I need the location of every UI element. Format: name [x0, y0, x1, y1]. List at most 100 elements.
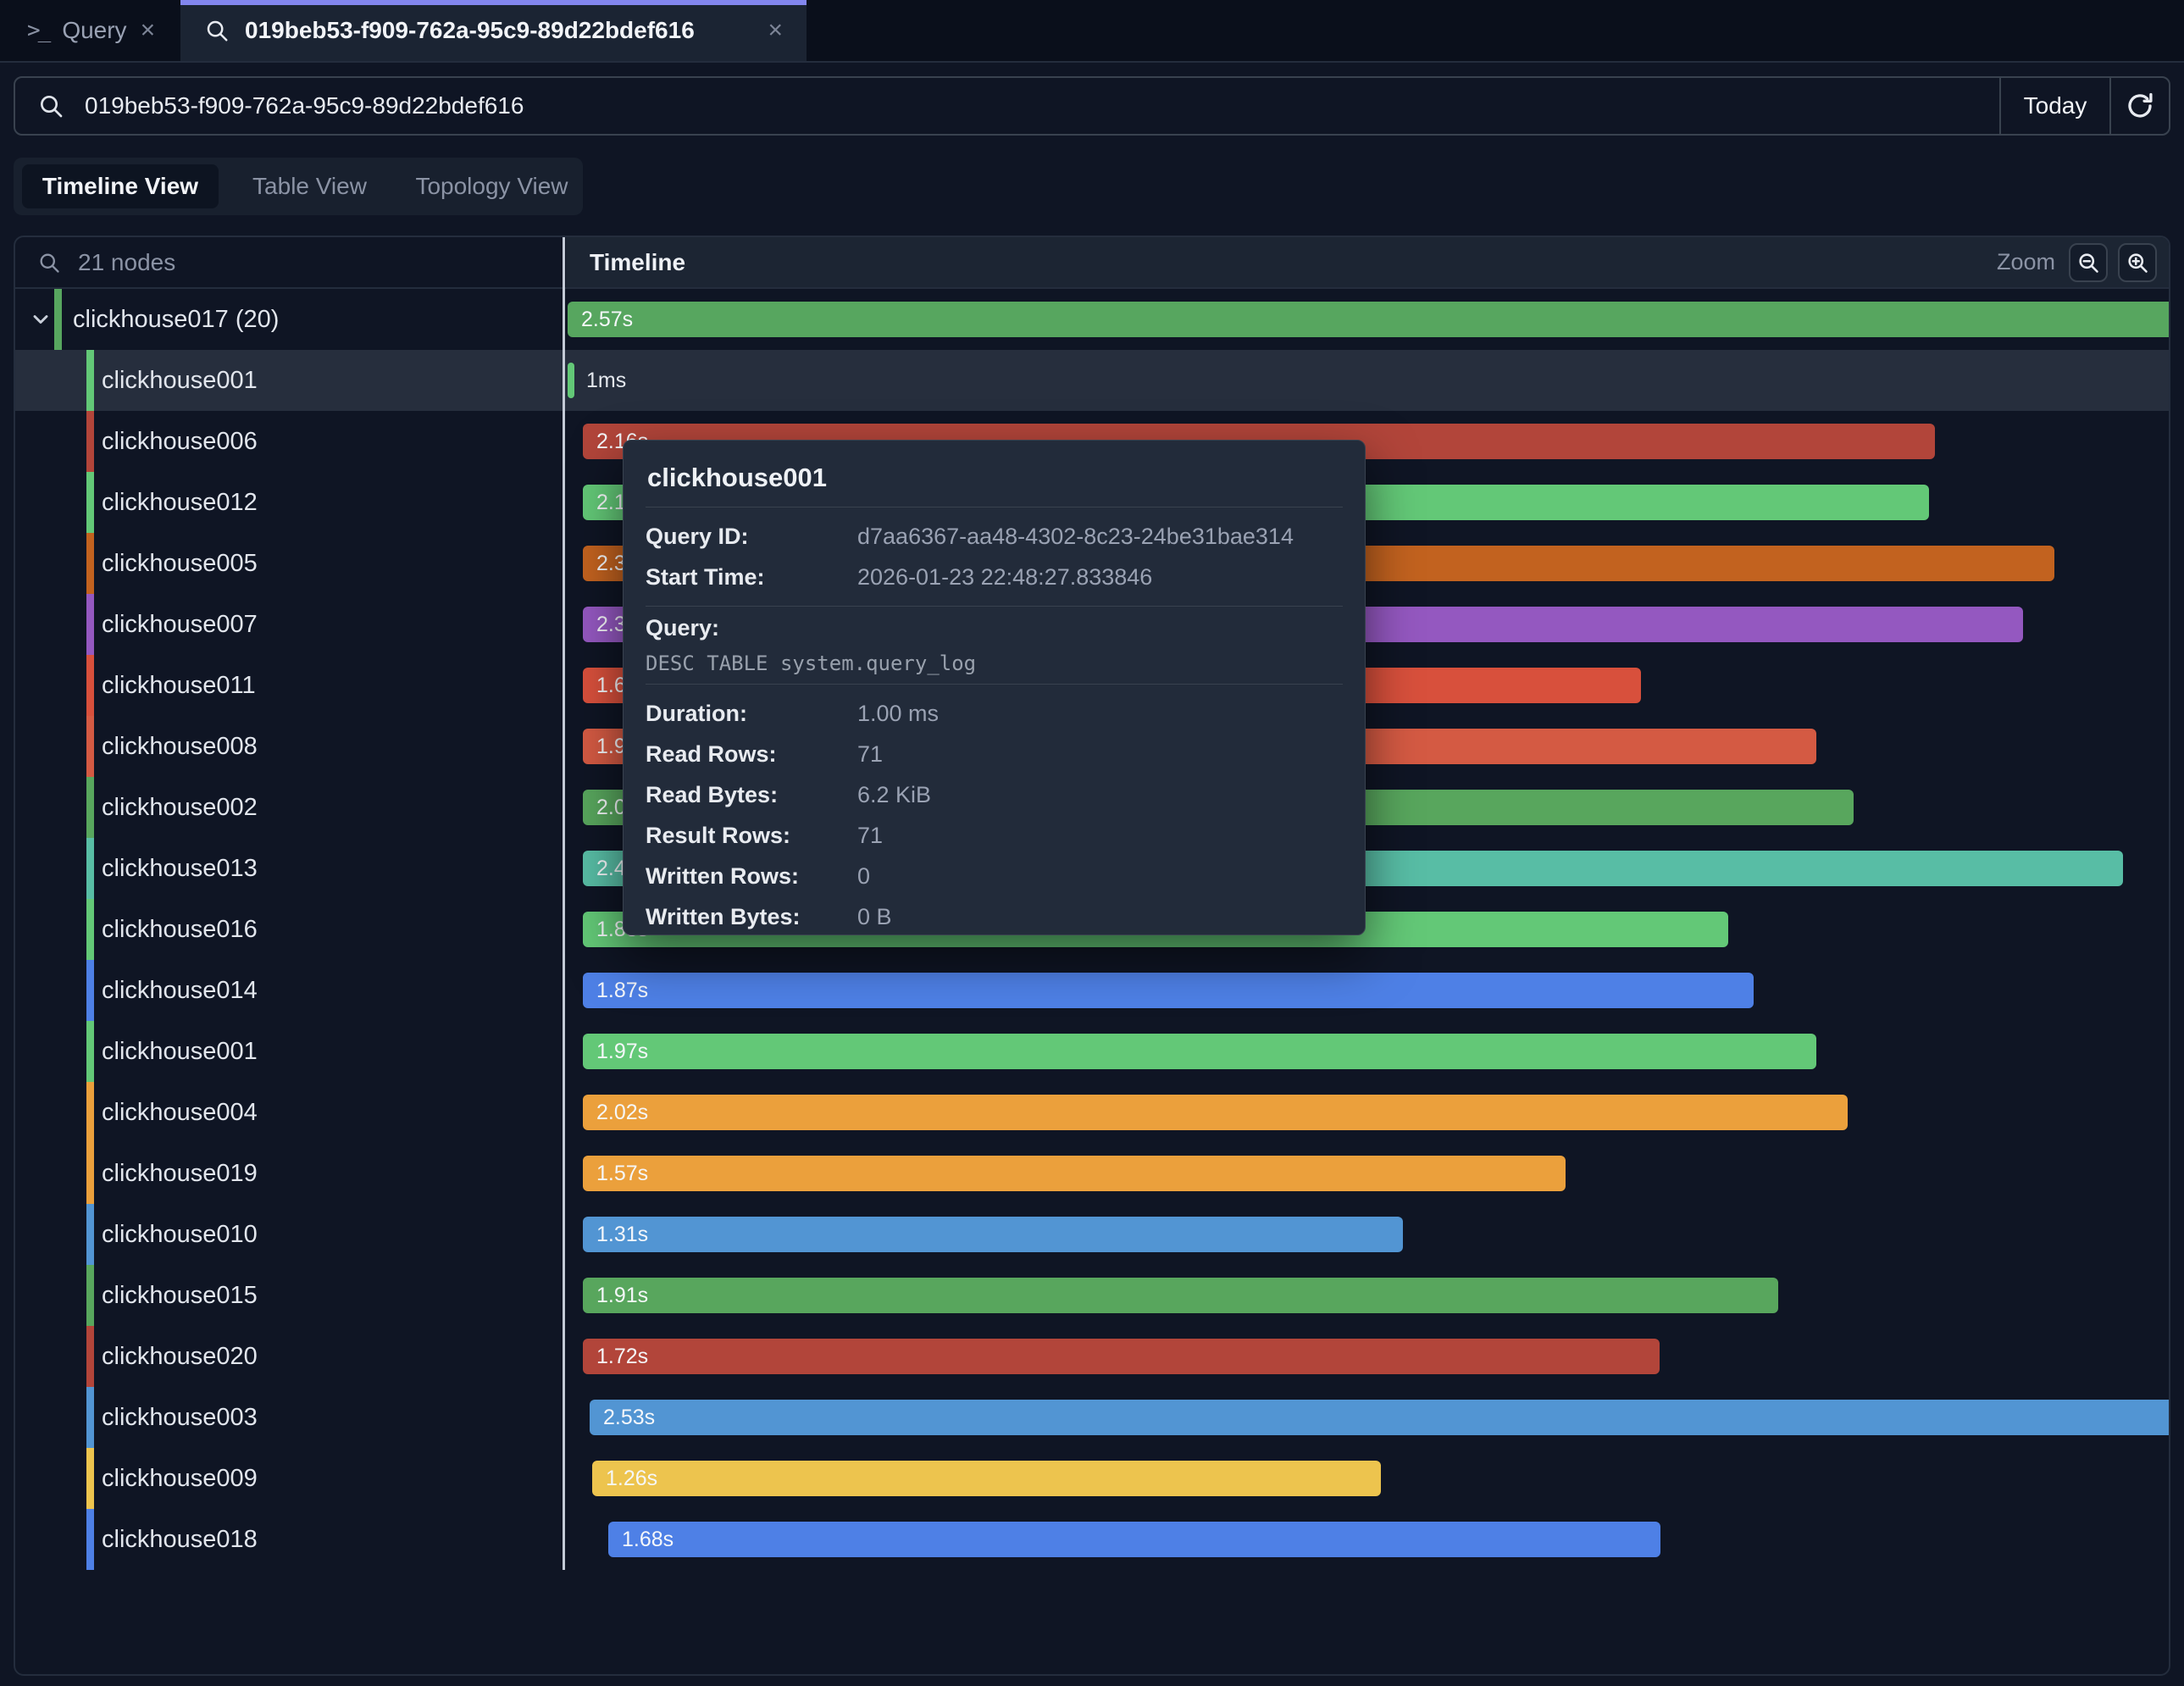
duration-label: 1.91s — [596, 1278, 648, 1313]
duration-bar[interactable]: 1ms — [568, 363, 574, 398]
node-color-strip — [86, 777, 94, 838]
node-cell[interactable]: clickhouse014 — [15, 960, 563, 1021]
tree-row[interactable]: clickhouse015 1.91s — [15, 1265, 2169, 1326]
close-icon[interactable]: × — [768, 18, 783, 43]
tree-row[interactable]: clickhouse020 1.72s — [15, 1326, 2169, 1387]
tooltip-field-value: 71 — [857, 823, 883, 849]
duration-bar[interactable]: 1.26s — [592, 1461, 1381, 1496]
duration-bar[interactable]: 1.31s — [583, 1217, 1403, 1252]
tree-row[interactable]: clickhouse019 1.57s — [15, 1143, 2169, 1204]
node-cell[interactable]: clickhouse007 — [15, 594, 563, 655]
tree-row[interactable]: clickhouse003 2.53s — [15, 1387, 2169, 1448]
node-cell[interactable]: clickhouse013 — [15, 838, 563, 899]
timeline-header: Timeline Zoom — [566, 237, 2169, 287]
duration-bar[interactable]: 1.68s — [608, 1522, 1660, 1557]
node-cell[interactable]: clickhouse001 — [15, 350, 563, 411]
tooltip-field: Read Rows:71 — [646, 734, 1343, 774]
zoom-in-button[interactable] — [2118, 243, 2157, 282]
duration-bar[interactable]: 2.02s — [583, 1095, 1848, 1130]
search-input[interactable]: 019beb53-f909-762a-95c9-89d22bdef616 — [85, 92, 1999, 119]
today-button[interactable]: Today — [1999, 78, 2109, 134]
node-label: clickhouse013 — [102, 838, 258, 899]
timeline-cell: 1.97s — [566, 1021, 2169, 1082]
tree-row[interactable]: clickhouse009 1.26s — [15, 1448, 2169, 1509]
node-cell[interactable]: clickhouse002 — [15, 777, 563, 838]
tree-row[interactable]: clickhouse001 1ms — [15, 350, 2169, 411]
node-cell[interactable]: clickhouse015 — [15, 1265, 563, 1326]
node-search-placeholder: 21 nodes — [78, 249, 175, 276]
timeline-cell: 2.57s — [566, 289, 2169, 350]
duration-label: 1.97s — [596, 1034, 648, 1069]
duration-label: 1.31s — [596, 1217, 648, 1252]
node-color-strip — [86, 1021, 94, 1082]
node-cell[interactable]: clickhouse004 — [15, 1082, 563, 1143]
tree-row[interactable]: clickhouse018 1.68s — [15, 1509, 2169, 1570]
search-bar: 019beb53-f909-762a-95c9-89d22bdef616 Tod… — [14, 76, 2170, 136]
node-cell[interactable]: clickhouse016 — [15, 899, 563, 960]
tooltip-field-label: Written Rows: — [646, 863, 857, 890]
tab-query[interactable]: >_ Query × — [0, 0, 182, 61]
tooltip-field: Read Bytes:6.2 KiB — [646, 774, 1343, 815]
node-color-strip — [86, 1509, 94, 1570]
tooltip-field: Duration:1.00 ms — [646, 693, 1343, 734]
node-cell[interactable]: clickhouse020 — [15, 1326, 563, 1387]
tooltip-field: Written Bytes:0 B — [646, 896, 1343, 937]
duration-bar[interactable]: 1.91s — [583, 1278, 1778, 1313]
zoom-out-icon — [2076, 251, 2100, 275]
duration-bar[interactable]: 1.72s — [583, 1339, 1660, 1374]
close-icon[interactable]: × — [141, 18, 156, 43]
node-label: clickhouse009 — [102, 1448, 258, 1509]
chevron-down-icon[interactable] — [29, 308, 53, 336]
duration-bar[interactable]: 1.57s — [583, 1156, 1566, 1191]
node-color-strip — [86, 1387, 94, 1448]
duration-bar[interactable]: 1.87s — [583, 973, 1754, 1008]
tooltip-field-value: 71 — [857, 741, 883, 768]
tab-label: 019beb53-f909-762a-95c9-89d22bdef616 — [245, 17, 695, 44]
tree-row-group[interactable]: clickhouse017 (20)2.57s — [15, 289, 2169, 350]
node-cell[interactable]: clickhouse019 — [15, 1143, 563, 1204]
duration-bar[interactable]: 2.53s — [590, 1400, 2169, 1435]
tab-bar: >_ Query × 019beb53-f909-762a-95c9-89d22… — [0, 0, 2184, 63]
node-cell[interactable]: clickhouse005 — [15, 533, 563, 594]
node-cell[interactable]: clickhouse003 — [15, 1387, 563, 1448]
tooltip-field-label: Read Rows: — [646, 741, 857, 768]
tree-row[interactable]: clickhouse004 2.02s — [15, 1082, 2169, 1143]
node-cell[interactable]: clickhouse009 — [15, 1448, 563, 1509]
node-cell[interactable]: clickhouse011 — [15, 655, 563, 716]
tab-table-view[interactable]: Table View — [219, 173, 401, 200]
duration-bar[interactable]: 1.97s — [583, 1034, 1816, 1069]
duration-bar[interactable]: 2.57s — [568, 302, 2169, 337]
node-cell[interactable]: clickhouse001 — [15, 1021, 563, 1082]
node-label: clickhouse007 — [102, 594, 258, 655]
refresh-button[interactable] — [2109, 78, 2169, 134]
tooltip-field-value: 0 B — [857, 904, 892, 930]
node-cell[interactable]: clickhouse008 — [15, 716, 563, 777]
tree-row[interactable]: clickhouse001 1.97s — [15, 1021, 2169, 1082]
node-cell[interactable]: clickhouse010 — [15, 1204, 563, 1265]
timeline-cell: 2.02s — [566, 1082, 2169, 1143]
node-cell[interactable]: clickhouse012 — [15, 472, 563, 533]
tooltip-field: Start Time:2026-01-23 22:48:27.833846 — [646, 557, 1343, 597]
tab-query-id[interactable]: 019beb53-f909-762a-95c9-89d22bdef616 × — [180, 0, 807, 61]
node-cell[interactable]: clickhouse006 — [15, 411, 563, 472]
node-search[interactable]: 21 nodes — [15, 237, 563, 287]
tooltip-field-label: Duration: — [646, 701, 857, 727]
node-cell[interactable]: clickhouse018 — [15, 1509, 563, 1570]
tooltip-field-label: Start Time: — [646, 564, 857, 591]
tree-row[interactable]: clickhouse010 1.31s — [15, 1204, 2169, 1265]
tooltip-field-label: Result Rows: — [646, 823, 857, 849]
node-cell[interactable]: clickhouse017 (20) — [15, 289, 563, 350]
tooltip-field-label: Read Bytes: — [646, 782, 857, 808]
panel-resize-divider[interactable] — [563, 237, 565, 1570]
tab-topology-view[interactable]: Topology View — [401, 173, 583, 200]
tab-timeline-view[interactable]: Timeline View — [22, 164, 219, 208]
node-color-strip — [86, 1326, 94, 1387]
tree-row[interactable]: clickhouse014 1.87s — [15, 960, 2169, 1021]
duration-label: 1.72s — [596, 1339, 648, 1374]
timeline-cell: 1.72s — [566, 1326, 2169, 1387]
node-color-strip — [86, 1265, 94, 1326]
tooltip-query-code: DESC TABLE system.query_log — [646, 652, 1343, 675]
node-label: clickhouse006 — [102, 411, 258, 472]
node-label: clickhouse018 — [102, 1509, 258, 1570]
zoom-out-button[interactable] — [2069, 243, 2108, 282]
